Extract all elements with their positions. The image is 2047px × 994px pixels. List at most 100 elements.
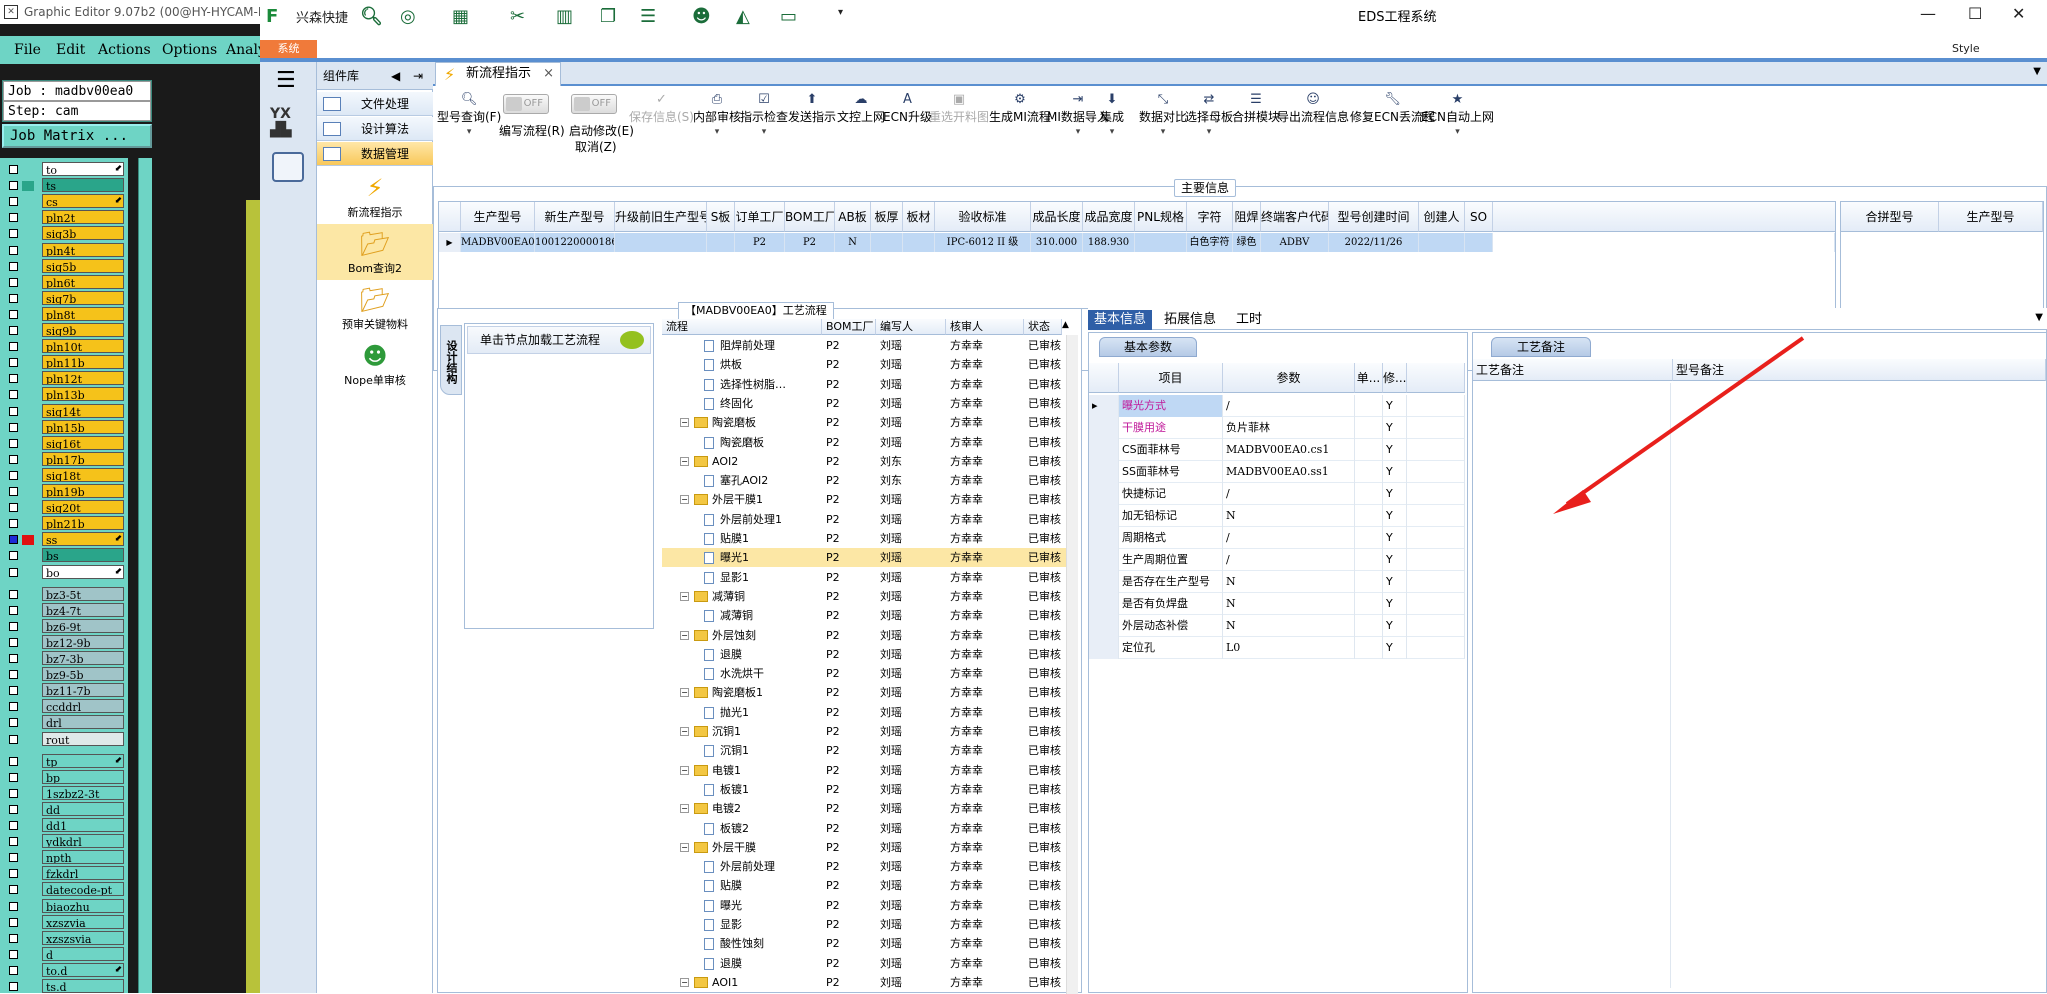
layer-row[interactable]: ts.d <box>4 979 126 994</box>
layer-name[interactable]: pln6t <box>42 274 124 289</box>
layer-name[interactable]: bz12-9b <box>42 634 124 649</box>
grid-cell[interactable] <box>1419 233 1465 252</box>
tree-row[interactable]: − 陶瓷磨板 P2 刘瑶 方幸幸 已审核 <box>662 413 1072 432</box>
sort-up-icon[interactable]: ▲ <box>1062 320 1069 330</box>
dropdown-arrow-icon[interactable]: ▾ <box>1100 125 1124 139</box>
tree-row[interactable]: 贴膜1 P2 刘瑶 方幸幸 已审核 <box>662 529 1072 548</box>
grid-header[interactable]: 项目 <box>1119 363 1223 393</box>
layer-row[interactable]: pln2t <box>4 210 126 225</box>
layer-name[interactable]: sig9b <box>42 323 124 337</box>
layer-row[interactable]: ss ⬋ <box>4 532 126 547</box>
layer-name[interactable]: sig5b <box>42 258 124 273</box>
tree-column-header[interactable]: BOM工厂 <box>822 319 876 335</box>
grid-header[interactable]: 阻焊 <box>1233 202 1261 232</box>
layer-row[interactable]: to ⬋ <box>4 162 126 177</box>
calculator-icon[interactable] <box>272 152 304 182</box>
layer-row[interactable]: sig14t <box>4 403 126 419</box>
grid-cell[interactable] <box>871 233 903 252</box>
close-icon[interactable]: ✕ <box>2012 4 2025 23</box>
toolbar-button-9[interactable]: ⬇ 集成 ▾ <box>1100 92 1124 139</box>
layer-name[interactable]: sig20t <box>42 500 124 515</box>
globe-icon[interactable]: ◎ <box>400 6 416 27</box>
dropdown-arrow-icon[interactable]: ▾ <box>693 125 741 139</box>
layer-checkbox[interactable] <box>9 374 18 384</box>
layer-checkbox[interactable] <box>9 181 18 191</box>
layer-name[interactable]: npth <box>42 850 124 865</box>
menu-actions[interactable]: Actions <box>98 42 151 58</box>
layer-checkbox[interactable] <box>9 917 18 927</box>
toolbar-button-3[interactable]: ⬆ 发送指示 <box>788 92 836 125</box>
layer-name[interactable]: to <box>42 162 124 176</box>
nav-group-data-management[interactable]: 数据管理 <box>317 142 433 166</box>
layer-name[interactable]: rout <box>42 731 124 746</box>
layer-checkbox[interactable] <box>9 949 18 959</box>
param-value[interactable]: N <box>1223 615 1355 637</box>
param-value[interactable]: / <box>1223 395 1355 417</box>
layer-checkbox[interactable] <box>9 869 18 879</box>
nav-item-bom-query[interactable]: 📂︎ Bom查询2 <box>317 224 433 280</box>
grid-cell[interactable]: 2022/11/26 <box>1329 233 1419 252</box>
grid-header[interactable]: 终端客户代码 <box>1261 202 1329 232</box>
layer-checkbox[interactable] <box>9 470 18 480</box>
layer-checkbox[interactable] <box>9 293 18 303</box>
layer-name[interactable]: sig3b <box>42 226 124 241</box>
grid-cell[interactable] <box>615 233 707 252</box>
layer-row[interactable]: bz6-9t <box>4 618 126 634</box>
tree-row[interactable]: − 沉铜1 P2 刘瑶 方幸幸 已审核 <box>662 722 1072 741</box>
grid-header[interactable]: 字符 <box>1187 202 1233 232</box>
tree-row[interactable]: 选择性树脂… P2 刘瑶 方幸幸 已审核 <box>662 375 1072 394</box>
grid-cell[interactable] <box>1465 233 1493 252</box>
layer-list-scrollbar[interactable] <box>138 158 152 993</box>
layer-row[interactable]: pln8t <box>4 306 126 322</box>
tree-row[interactable]: − 电镀1 P2 刘瑶 方幸幸 已审核 <box>662 761 1072 780</box>
toolbar-button-5[interactable]: A ECN升级 <box>883 92 932 125</box>
layer-name[interactable]: pln8t <box>42 306 124 321</box>
toolbar-button-15[interactable]: ★ ECN自动上网 ▾ <box>1421 92 1494 139</box>
remark-column-header[interactable]: 工艺备注 <box>1473 359 1673 381</box>
grid-cell[interactable]: IPC-6012 II 级 <box>935 233 1031 252</box>
hamburger-menu-icon[interactable]: ☰ <box>276 68 296 93</box>
table-icon[interactable]: ▦ <box>452 6 469 27</box>
start-clean-toggle[interactable]: OFF <box>571 94 617 114</box>
layer-name[interactable]: pln2t <box>42 210 124 225</box>
pin-icon[interactable]: ⇥ <box>413 62 423 90</box>
param-row[interactable]: 周期格式 / Y <box>1089 527 1465 549</box>
layer-name[interactable]: ts <box>42 178 124 193</box>
grid-header[interactable]: BOM工厂 <box>785 202 835 232</box>
grid-header[interactable]: SO <box>1465 202 1493 232</box>
tree-row[interactable]: 水洗烘干 P2 刘瑶 方幸幸 已审核 <box>662 664 1072 683</box>
layer-row[interactable]: bz12-9b <box>4 634 126 650</box>
layer-checkbox[interactable] <box>9 342 18 352</box>
toolbar-button-1[interactable]: ⎙ 内部审核 ▾ <box>693 92 741 139</box>
layer-row[interactable]: dd <box>4 801 126 817</box>
model-remark-column-header[interactable]: 型号备注 <box>1673 359 2046 381</box>
tree-row[interactable]: − 外层干膜 P2 刘瑶 方幸幸 已审核 <box>662 838 1072 857</box>
layer-checkbox[interactable] <box>9 686 18 696</box>
layer-checkbox[interactable] <box>9 772 18 782</box>
tree-row[interactable]: − AOI2 P2 刘东 方幸幸 已审核 <box>662 452 1072 471</box>
tree-row[interactable]: 阻焊前处理 P2 刘瑶 方幸幸 已审核 <box>662 336 1072 355</box>
layer-row[interactable]: cs ⬋ <box>4 194 126 209</box>
layer-checkbox[interactable] <box>9 567 18 577</box>
grid-header[interactable]: 板厚 <box>871 202 903 232</box>
layer-row[interactable]: bp <box>4 769 126 785</box>
tree-row[interactable]: − 减薄铜 P2 刘瑶 方幸幸 已审核 <box>662 587 1072 606</box>
toolbar-button-13[interactable]: ☺ 导出流程信息 <box>1277 92 1349 125</box>
grid-header[interactable]: 订单工厂 <box>735 202 785 232</box>
grid-header[interactable]: 型号创建时间 <box>1329 202 1419 232</box>
layer-row[interactable]: sig20t <box>4 500 126 515</box>
list-icon[interactable]: ☰ <box>640 6 656 27</box>
layer-row[interactable]: pln15b <box>4 419 126 435</box>
tab-basic-info[interactable]: 基本信息 <box>1088 310 1153 330</box>
layer-checkbox[interactable] <box>9 535 18 545</box>
layer-name[interactable]: bz7-3b <box>42 651 124 665</box>
dropdown-arrow-icon[interactable]: ▾ <box>1139 125 1187 139</box>
layer-name[interactable]: to.d <box>42 962 124 977</box>
collapse-icon[interactable]: − <box>680 765 689 775</box>
layer-name[interactable]: ydkdrl <box>42 834 124 849</box>
layer-name[interactable]: drl <box>42 715 124 730</box>
tree-row[interactable]: 沉铜1 P2 刘瑶 方幸幸 已审核 <box>662 741 1072 760</box>
grid-header[interactable]: 成品长度 <box>1031 202 1083 232</box>
layer-checkbox[interactable] <box>9 901 18 911</box>
layer-name[interactable]: dd <box>42 801 124 816</box>
